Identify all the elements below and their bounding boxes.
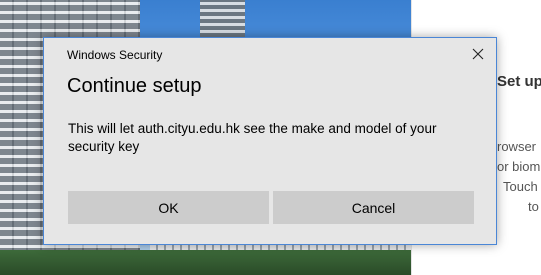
close-icon <box>472 48 484 60</box>
windows-security-dialog: Windows Security Continue setup This wil… <box>43 37 497 245</box>
dialog-heading: Continue setup <box>67 75 202 97</box>
page-text-line: or biom <box>497 159 541 174</box>
page-text-line: Touch <box>503 179 538 194</box>
close-button[interactable] <box>464 41 492 67</box>
dialog-message: This will let auth.cityu.edu.hk see the … <box>68 121 437 154</box>
dialog-window-title: Windows Security <box>67 48 163 62</box>
page-text-line: rowser <box>497 139 537 154</box>
cancel-button[interactable]: Cancel <box>273 191 474 224</box>
page-text-line: to <box>528 199 539 214</box>
page-heading: Set up <box>497 73 541 90</box>
ok-button[interactable]: OK <box>68 191 269 224</box>
building-image-distant <box>200 0 245 40</box>
trees-image <box>0 250 411 275</box>
